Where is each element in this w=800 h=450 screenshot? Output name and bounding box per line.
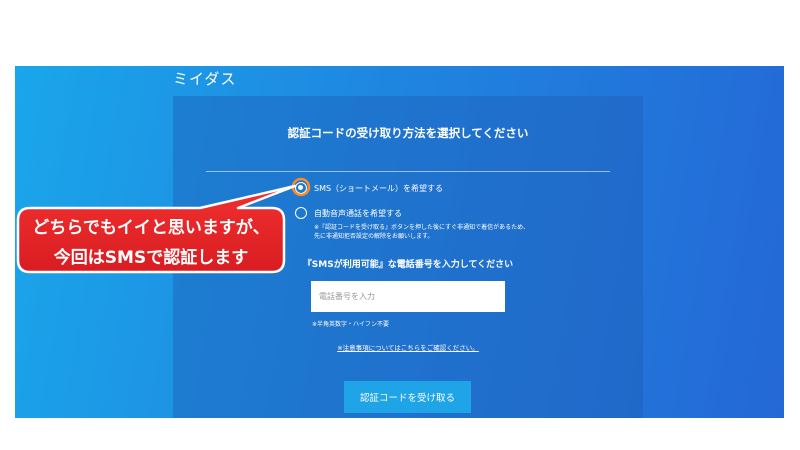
callout-text-line2: 今回はSMSで認証します (53, 248, 249, 268)
callout-text-line1: どちらでもイイと思いますが、 (32, 218, 270, 238)
